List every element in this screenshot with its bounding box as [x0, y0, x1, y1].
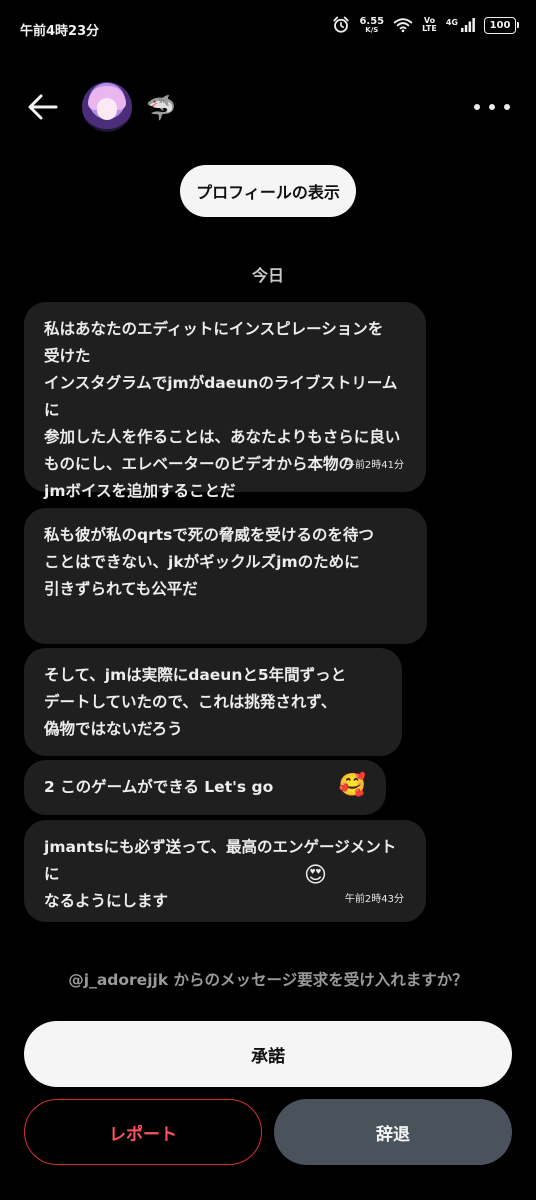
more-options-button[interactable]: [474, 96, 510, 118]
message-text: 私はあなたのエディットにインスピレーションを 受けた インスタグラムでjmがda…: [44, 320, 401, 500]
message-bubble[interactable]: 2 このゲームができる Let's go 🥰: [24, 760, 386, 815]
message-text: 私も彼が私のqrtsで死の脅威を受けるのを待つ ことはできない、jkがギックルズ…: [44, 526, 374, 598]
date-separator: 今日: [251, 266, 284, 285]
battery-indicator: 100: [484, 16, 519, 34]
message-text: 2 このゲームができる Let's go: [44, 778, 274, 796]
status-icons: 6.55 K/S Vo LTE 4G 100: [332, 15, 519, 34]
avatar[interactable]: [82, 82, 132, 132]
message-text: そして、jmは実際にdaeunと5年間ずっと デートしていたので、これは挑発され…: [44, 666, 347, 738]
status-time: 午前4時23分: [20, 24, 100, 39]
more-dot-icon: [504, 104, 510, 110]
message-bubble[interactable]: そして、jmは実際にdaeunと5年間ずっと デートしていたので、これは挑発され…: [24, 648, 402, 756]
message-bubble[interactable]: 私も彼が私のqrtsで死の脅威を受けるのを待つ ことはできない、jkがギックルズ…: [24, 508, 427, 644]
avatar-face: [97, 98, 117, 120]
network-speed-value: 6.55: [359, 15, 385, 27]
status-bar: 午前4時23分 6.55 K/S Vo LTE 4G 100: [0, 0, 536, 60]
message-request-prompt: @j_adorejjk からのメッセージ要求を受け入れますか？: [68, 971, 468, 989]
network-type: 4G: [445, 18, 458, 27]
view-profile-button[interactable]: プロフィールの表示: [180, 165, 356, 217]
wifi-icon: [393, 18, 413, 33]
alarm-clock-icon: [333, 16, 350, 33]
cellular-signal: 4G: [446, 18, 475, 32]
message-timestamp: 午前2時43分: [344, 894, 404, 905]
arrow-left-icon: [28, 94, 58, 120]
shark-emoji-icon: 🦈: [146, 94, 176, 122]
network-speed-unit: K/S: [365, 25, 379, 34]
message-bubble[interactable]: jmantsにも必ず送って、最高のエンゲージメントに なるようにします 😍 午前…: [24, 820, 426, 922]
more-dot-icon: [474, 104, 480, 110]
more-dot-icon: [489, 104, 495, 110]
back-button[interactable]: [26, 92, 60, 122]
accept-button[interactable]: 承諾: [24, 1021, 512, 1087]
volte-indicator: Vo LTE: [422, 17, 437, 33]
volte-bottom: LTE: [422, 24, 437, 33]
message-timestamp: 午前2時41分: [344, 460, 404, 471]
decline-button[interactable]: 辞退: [274, 1099, 512, 1165]
heart-eyes-emoji-icon: 😍: [304, 863, 327, 888]
signal-bars-icon: [461, 18, 475, 32]
chat-header: 🦈: [0, 76, 536, 140]
smiling-face-hearts-emoji-icon: 🥰: [338, 773, 366, 798]
message-bubble[interactable]: 私はあなたのエディットにインスピレーションを 受けた インスタグラムでjmがda…: [24, 302, 426, 500]
report-button[interactable]: レポート: [24, 1099, 262, 1165]
network-speed: 6.55 K/S: [359, 15, 385, 34]
